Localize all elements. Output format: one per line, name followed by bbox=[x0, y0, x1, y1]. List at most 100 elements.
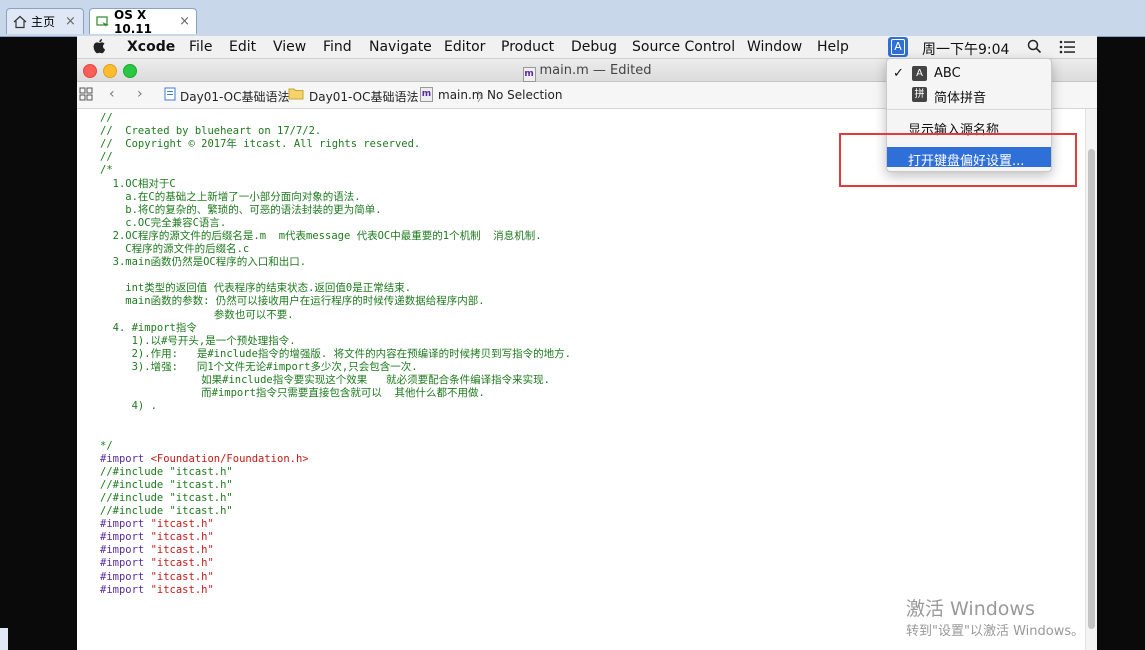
apple-icon[interactable] bbox=[93, 38, 107, 58]
host-tab-label: 主页 bbox=[31, 15, 56, 29]
code-line: #import "itcast.h" bbox=[100, 518, 214, 531]
checkmark-icon: ✓ bbox=[893, 66, 904, 81]
menu-edit[interactable]: Edit bbox=[229, 39, 256, 55]
annotation-box bbox=[839, 133, 1077, 187]
file-m-icon: m bbox=[522, 67, 536, 82]
menu-navigate[interactable]: Navigate bbox=[369, 39, 432, 55]
breadcrumb-project[interactable]: Day01-OC基础语法 bbox=[180, 88, 289, 105]
code-line: //#include "itcast.h" bbox=[100, 465, 233, 478]
menu-separator bbox=[887, 109, 1051, 110]
code-line: 而#import指令只需要直接包含就可以 其他什么都不用做. bbox=[100, 387, 485, 400]
input-source-a-icon: A bbox=[891, 39, 905, 55]
forward-chevron-icon[interactable]: › bbox=[137, 86, 143, 102]
code-line: // Created by blueheart on 17/7/2. bbox=[100, 125, 322, 138]
project-file-icon bbox=[164, 87, 176, 104]
code-line: //#include "itcast.h" bbox=[100, 505, 233, 517]
code-directive: #import bbox=[100, 570, 151, 583]
code-directive: #import bbox=[100, 557, 151, 570]
code-line: #import "itcast.h" bbox=[100, 571, 214, 584]
menu-bar: Xcode File Edit View Find Navigate Edito… bbox=[77, 36, 1097, 59]
spotlight-search-icon[interactable] bbox=[1027, 39, 1042, 58]
code-line: */ bbox=[100, 439, 113, 452]
breadcrumb-selection[interactable]: No Selection bbox=[487, 88, 562, 102]
code-string: <Foundation/Foundation.h> bbox=[150, 452, 309, 465]
close-icon[interactable]: × bbox=[179, 14, 190, 29]
code-editor[interactable]: //// Created by blueheart on 17/7/2.// C… bbox=[77, 109, 1085, 650]
code-line: 2).作用: 是#include指令的增强版. 将文件的内容在预编译的时候拷贝到… bbox=[100, 347, 571, 360]
related-items-grid-icon[interactable] bbox=[79, 87, 93, 104]
close-icon[interactable]: × bbox=[65, 14, 76, 29]
code-line: 3).增强: 同1个文件无论#import多少次,只会包含一次. bbox=[100, 360, 418, 373]
code-line: 1.OC相对于C bbox=[100, 177, 176, 190]
code-line: #import <Foundation/Foundation.h> bbox=[100, 453, 309, 466]
code-line: main函数的参数: 仍然可以接收用户在运行程序的时候传递数据给程序内部. bbox=[100, 295, 485, 308]
menu-window[interactable]: Window bbox=[747, 39, 802, 55]
code-string: "itcast.h" bbox=[150, 557, 214, 570]
abc-input-icon: A bbox=[912, 66, 927, 81]
host-tab-osx[interactable]: OS X 10.11 × bbox=[89, 7, 197, 36]
code-line: 2.OC程序的源文件的后缀名是.m m代表message 代表OC中最重要的1个… bbox=[100, 229, 542, 242]
breadcrumb-group[interactable]: Day01-OC基础语法 bbox=[309, 88, 418, 105]
code-line: //#include "itcast.h" bbox=[100, 491, 233, 504]
menu-item-label: 简体拼音 bbox=[934, 91, 987, 106]
menu-clock[interactable]: 周一下午9:04 bbox=[922, 39, 1009, 59]
code-line: /* bbox=[100, 164, 113, 177]
code-directive: #import bbox=[100, 531, 151, 544]
home-icon bbox=[13, 15, 27, 29]
menu-debug[interactable]: Debug bbox=[571, 39, 617, 55]
menu-product[interactable]: Product bbox=[501, 39, 554, 55]
menu-source-control[interactable]: Source Control bbox=[632, 39, 735, 55]
folder-icon bbox=[288, 87, 304, 103]
code-line: c.OC完全兼容C语言. bbox=[100, 216, 227, 229]
code-line: #import "itcast.h" bbox=[100, 531, 214, 544]
host-tab-label: OS X 10.11 bbox=[114, 7, 152, 36]
watermark-title: 激活 Windows bbox=[906, 598, 1035, 620]
code-directive: #import bbox=[100, 518, 151, 531]
code-line: // bbox=[100, 151, 113, 164]
menu-find[interactable]: Find bbox=[323, 39, 352, 55]
code-line: //#include "itcast.h" bbox=[100, 478, 233, 491]
code-line: // Copyright © 2017年 itcast. All rights … bbox=[100, 138, 421, 151]
code-directive: #import bbox=[100, 452, 151, 465]
menu-app-xcode[interactable]: Xcode bbox=[127, 39, 175, 55]
code-string: "itcast.h" bbox=[150, 583, 214, 596]
code-line: 如果#include指令要实现这个效果 就必须要配合条件编译指令来实现. bbox=[100, 374, 551, 386]
menu-item-label: ABC bbox=[934, 66, 961, 81]
code-line: int类型的返回值 代表程序的结束状态.返回值0是正常结束. bbox=[100, 282, 412, 295]
menu-help[interactable]: Help bbox=[817, 39, 849, 55]
menu-item-abc[interactable]: ✓ A ABC bbox=[887, 63, 1051, 83]
scrollbar-thumb[interactable] bbox=[1088, 149, 1095, 629]
code-line: 参数也可以不要. bbox=[100, 308, 294, 321]
file-m-icon: m bbox=[420, 87, 433, 102]
code-string: "itcast.h" bbox=[150, 531, 214, 544]
code-string: "itcast.h" bbox=[150, 544, 214, 557]
code-line: #import "itcast.h" bbox=[100, 544, 214, 557]
menu-editor[interactable]: Editor bbox=[444, 39, 485, 55]
vm-icon bbox=[96, 15, 110, 29]
code-line: #import "itcast.h" bbox=[100, 557, 214, 570]
host-tab-home[interactable]: 主页 × bbox=[6, 8, 84, 34]
host-edge bbox=[0, 628, 8, 650]
pinyin-input-icon: 拼 bbox=[912, 87, 927, 102]
code-line: // bbox=[100, 112, 113, 124]
code-line: C程序的源文件的后缀名.c bbox=[100, 243, 250, 255]
code-line: a.在C的基础之上新增了一小部分面向对象的语法. bbox=[100, 190, 361, 203]
input-source-menu[interactable]: A bbox=[888, 37, 908, 57]
breadcrumb-separator: 〉 bbox=[407, 90, 420, 104]
watermark-subtitle: 转到"设置"以激活 Windows。 bbox=[906, 624, 1085, 639]
menu-file[interactable]: File bbox=[189, 39, 212, 55]
code-line: 1).以#号开头,是一个预处理指令. bbox=[100, 334, 296, 347]
back-chevron-icon[interactable]: ‹ bbox=[109, 86, 115, 102]
editor-scrollbar[interactable] bbox=[1085, 109, 1097, 650]
menu-view[interactable]: View bbox=[273, 39, 306, 55]
code-directive: #import bbox=[100, 544, 151, 557]
notification-center-icon[interactable] bbox=[1059, 40, 1075, 58]
code-string: "itcast.h" bbox=[150, 518, 214, 531]
code-directive: #import bbox=[100, 583, 151, 596]
code-line: 3.main函数仍然是OC程序的入口和出口. bbox=[100, 256, 307, 269]
code-line: b.将C的复杂的、繁琐的、可恶的语法封装的更为简单. bbox=[100, 203, 382, 216]
code-string: "itcast.h" bbox=[150, 570, 214, 583]
code-line: #import "itcast.h" bbox=[100, 584, 214, 597]
menu-item-pinyin[interactable]: 拼 简体拼音 bbox=[887, 84, 1051, 106]
host-tab-bar: 主页 × OS X 10.11 × bbox=[0, 0, 1145, 37]
